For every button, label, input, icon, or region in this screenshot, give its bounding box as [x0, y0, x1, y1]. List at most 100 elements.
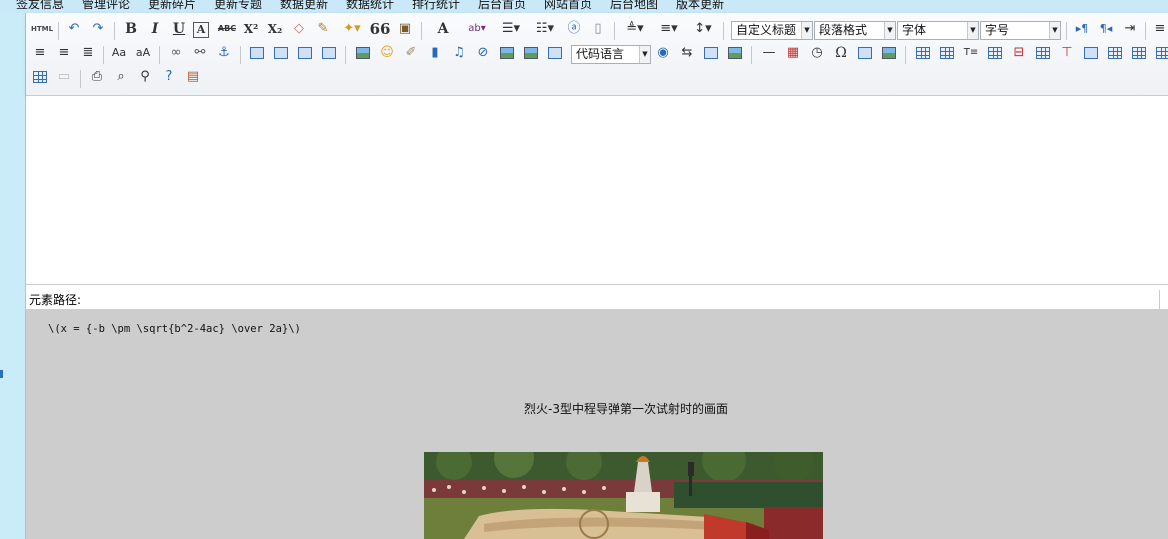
- help-icon[interactable]: ?: [159, 67, 179, 87]
- indent-icon[interactable]: ⇥: [1120, 19, 1140, 39]
- split-rows-icon[interactable]: [30, 67, 50, 87]
- nav-item-data-stats[interactable]: 数据统计: [346, 0, 394, 12]
- unordered-list-icon[interactable]: ☷▾: [530, 19, 560, 39]
- row-spacing-top-icon[interactable]: ≜▾: [620, 19, 650, 39]
- row-spacing-bottom-icon[interactable]: ≡▾: [654, 19, 684, 39]
- superscript-button[interactable]: X²: [241, 19, 261, 39]
- delete-col-icon[interactable]: ⊤: [1057, 43, 1077, 63]
- nav-item-update-topics[interactable]: 更新专题: [214, 0, 262, 12]
- undo-icon[interactable]: ↶: [64, 19, 84, 39]
- editor-body[interactable]: [26, 96, 1168, 284]
- merge-down-icon[interactable]: [1129, 43, 1149, 63]
- paragraph-format-select[interactable]: 段落格式 ▼: [814, 21, 896, 40]
- emotion-icon[interactable]: ☺: [377, 43, 397, 63]
- nav-item-update-fragments[interactable]: 更新碎片: [148, 0, 196, 12]
- rtl-direction-icon[interactable]: ¶◂: [1096, 19, 1116, 39]
- split-cols-icon: ▭: [57, 69, 71, 84]
- code-language-select[interactable]: 代码语言 ▼: [571, 45, 651, 64]
- uppercase-icon[interactable]: Aa: [109, 43, 129, 63]
- nav-item-version-update[interactable]: 版本更新: [676, 0, 724, 12]
- print-icon[interactable]: ⎙: [87, 67, 107, 87]
- link-icon[interactable]: ∞: [166, 43, 186, 63]
- nav-item-admin-map[interactable]: 后台地图: [610, 0, 658, 12]
- map-icon[interactable]: [497, 43, 517, 63]
- word-image-icon[interactable]: [879, 43, 899, 63]
- insert-row-icon[interactable]: [985, 43, 1005, 63]
- split-cells-icon[interactable]: [1153, 43, 1168, 63]
- insert-image-icon[interactable]: [353, 43, 373, 63]
- date-icon[interactable]: ▦: [783, 43, 803, 63]
- search-replace-icon[interactable]: ⚲: [135, 67, 155, 87]
- bold-button[interactable]: B: [121, 19, 141, 39]
- html-source-button[interactable]: HTML: [30, 19, 54, 39]
- nav-item-manage-comments[interactable]: 管理评论: [82, 0, 130, 12]
- google-map-icon[interactable]: [521, 43, 541, 63]
- blockquote-button[interactable]: 66: [370, 19, 391, 39]
- auto-format-icon[interactable]: ✦▾: [337, 19, 367, 39]
- align-right-icon[interactable]: ≡: [54, 43, 74, 63]
- snapscreen-icon[interactable]: [855, 43, 875, 63]
- format-brush-icon[interactable]: ✎: [313, 19, 333, 39]
- scrawl-icon[interactable]: ✐: [401, 43, 421, 63]
- insert-col-icon[interactable]: [1033, 43, 1053, 63]
- underline-button[interactable]: U: [169, 19, 189, 39]
- eraser-icon[interactable]: ◇: [289, 19, 309, 39]
- nav-item-site-home[interactable]: 网站首页: [544, 0, 592, 12]
- ordered-list-icon[interactable]: ☰▾: [496, 19, 526, 39]
- insert-paragraph-before-table-icon[interactable]: T≡: [961, 43, 981, 63]
- font-size-select[interactable]: 字号 ▼: [980, 21, 1061, 40]
- attachment-icon[interactable]: ⊘: [473, 43, 493, 63]
- merge-cells-icon[interactable]: [1081, 43, 1101, 63]
- music-icon[interactable]: ♫: [449, 43, 469, 63]
- nav-item-data-update[interactable]: 数据更新: [280, 0, 328, 12]
- horizontal-rule-icon[interactable]: —: [759, 43, 779, 63]
- align-left-icon[interactable]: ≡: [30, 43, 50, 63]
- redo-icon[interactable]: ↷: [88, 19, 108, 39]
- image-center-icon[interactable]: [319, 43, 339, 63]
- nav-item-ranking-stats[interactable]: 排行统计: [412, 0, 460, 12]
- image-right-icon[interactable]: [295, 43, 315, 63]
- insert-frame-icon[interactable]: [545, 43, 565, 63]
- spell-check-icon[interactable]: ⓐ: [564, 19, 584, 39]
- toolbar-separator: [58, 22, 59, 40]
- highlight-color-icon[interactable]: ab▾: [462, 19, 492, 39]
- nav-item-admin-home[interactable]: 后台首页: [478, 0, 526, 12]
- insert-video-icon[interactable]: ▮: [425, 43, 445, 63]
- subscript-button[interactable]: X₂: [265, 19, 285, 39]
- time-icon[interactable]: ◷: [807, 43, 827, 63]
- font-family-select[interactable]: 字体 ▼: [897, 21, 979, 40]
- template-icon[interactable]: [701, 43, 721, 63]
- lowercase-icon[interactable]: aA: [133, 43, 153, 63]
- align-justify-icon[interactable]: ≣: [78, 43, 98, 63]
- font-color-button[interactable]: A: [428, 19, 458, 39]
- chevron-down-icon: ▼: [801, 22, 812, 39]
- justify-left-icon[interactable]: ≡: [1150, 19, 1168, 39]
- anchor-icon[interactable]: ⚓: [214, 43, 234, 63]
- new-document-icon[interactable]: ▯: [588, 19, 608, 39]
- nav-item-sign-friends[interactable]: 签友信息: [16, 0, 64, 12]
- font-family-value: 字体: [902, 23, 927, 37]
- merge-right-icon[interactable]: [1105, 43, 1125, 63]
- ltr-direction-icon[interactable]: ▸¶: [1072, 19, 1092, 39]
- background-icon[interactable]: [725, 43, 745, 63]
- delete-table-icon[interactable]: [937, 43, 957, 63]
- delete-row-icon[interactable]: ⊟: [1009, 43, 1029, 63]
- line-height-icon[interactable]: ↕▾: [688, 19, 718, 39]
- web-app-icon[interactable]: ◉: [653, 43, 673, 63]
- toolbar-separator: [723, 22, 724, 40]
- font-border-icon[interactable]: A: [193, 22, 209, 38]
- page-break-icon[interactable]: ⇆: [677, 43, 697, 63]
- drafts-icon[interactable]: ▤: [183, 67, 203, 87]
- italic-button[interactable]: I: [145, 19, 165, 39]
- image-none-icon[interactable]: [247, 43, 267, 63]
- preview-icon[interactable]: ⌕: [111, 67, 131, 87]
- image-left-icon[interactable]: [271, 43, 291, 63]
- unlink-icon[interactable]: ⚯: [190, 43, 210, 63]
- chevron-down-icon: ▼: [967, 22, 978, 39]
- insert-table-icon[interactable]: [913, 43, 933, 63]
- paste-plain-icon[interactable]: ▣: [395, 19, 415, 39]
- strikethrough-button[interactable]: ABC: [217, 19, 237, 39]
- custom-heading-select[interactable]: 自定义标题 ▼: [731, 21, 813, 40]
- special-char-button[interactable]: Ω: [831, 43, 851, 63]
- toolbar-separator: [1066, 22, 1067, 40]
